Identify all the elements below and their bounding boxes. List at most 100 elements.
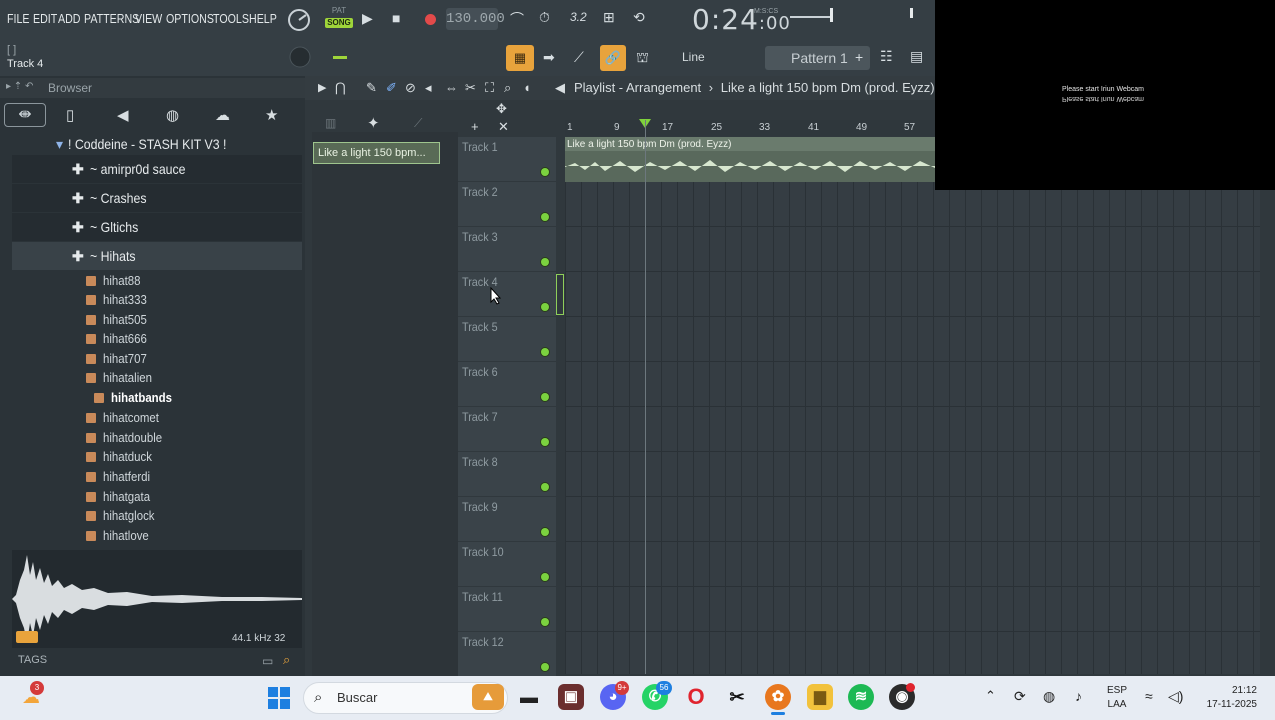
track-mute-led[interactable] bbox=[541, 528, 549, 536]
stop-icon[interactable]: ■ bbox=[392, 10, 400, 26]
playlist-grid[interactable] bbox=[565, 137, 1260, 674]
track-mute-led[interactable] bbox=[541, 573, 549, 581]
tray-webcam-icon[interactable]: ◍ bbox=[1043, 688, 1055, 705]
typing-keyboard-icon[interactable]: ⊞ bbox=[603, 9, 615, 26]
menu-view[interactable]: VIEW bbox=[135, 11, 162, 26]
link-icon[interactable]: 🔗 bbox=[600, 45, 626, 71]
master-volume-handle[interactable] bbox=[830, 8, 833, 22]
tree-folder-crashes[interactable]: ✚ ~ Crashes bbox=[12, 184, 302, 212]
track-mute-led[interactable] bbox=[541, 348, 549, 356]
tempo-display[interactable]: 130.000 bbox=[446, 8, 505, 30]
magnet-icon[interactable]: ⋂ bbox=[335, 80, 346, 96]
browser-web-tab-icon[interactable]: ◍ bbox=[166, 106, 179, 124]
volume-icon[interactable]: ◁) bbox=[1168, 688, 1183, 705]
task-view-icon[interactable]: ▬ bbox=[516, 684, 542, 710]
menu-help[interactable]: HELP bbox=[249, 11, 277, 26]
browser-all-tab[interactable]: ⇼ bbox=[4, 103, 46, 127]
metronome-icon[interactable]: ⌒ bbox=[510, 9, 524, 29]
picker-patterns-icon[interactable]: ▥ bbox=[325, 116, 336, 130]
track-header[interactable]: Track 2 bbox=[458, 182, 556, 227]
track-mute-led[interactable] bbox=[541, 438, 549, 446]
tree-folder-amirpr0d[interactable]: ✚ ~ amirpr0d sauce bbox=[12, 155, 302, 183]
loop-record-icon[interactable]: ⟲ bbox=[633, 9, 645, 26]
search-icon[interactable]: ⌕ bbox=[283, 652, 290, 668]
record-icon[interactable] bbox=[425, 14, 436, 25]
snap-value[interactable]: 3.2 bbox=[570, 10, 587, 24]
language-indicator[interactable]: ESP LAA bbox=[1107, 684, 1127, 712]
channel-rack-icon[interactable]: ▤ bbox=[910, 48, 923, 65]
arrow-right-icon[interactable]: ➡ bbox=[543, 49, 555, 66]
timeline-ruler[interactable]: 1 9 17 25 33 41 49 57 bbox=[565, 120, 935, 136]
pat-song-toggle[interactable]: PAT SONG bbox=[325, 6, 353, 34]
file-item[interactable]: hihatduck bbox=[86, 447, 159, 466]
track-header[interactable]: Track 9 bbox=[458, 497, 556, 542]
track-mute-led[interactable] bbox=[541, 618, 549, 626]
track-header[interactable]: Track 1 bbox=[458, 137, 556, 182]
file-item[interactable]: hihatdouble bbox=[86, 428, 170, 447]
master-knob-icon[interactable] bbox=[288, 45, 312, 69]
browser-files-tab-icon[interactable]: ▯ bbox=[66, 106, 74, 124]
menu-tools[interactable]: TOOLS bbox=[213, 11, 249, 26]
browser-favorites-tab-icon[interactable]: ★ bbox=[265, 106, 278, 124]
track-header[interactable]: Track 8 bbox=[458, 452, 556, 497]
tray-chevron-up-icon[interactable]: ⌃ bbox=[985, 688, 996, 704]
track-header[interactable]: Track 5 bbox=[458, 317, 556, 362]
track-mute-led[interactable] bbox=[541, 483, 549, 491]
menu-options[interactable]: OPTIONS bbox=[166, 11, 214, 26]
picker-audio-icon[interactable]: ✦ bbox=[367, 114, 380, 132]
track-mute-led[interactable] bbox=[541, 393, 549, 401]
track-mute-led[interactable] bbox=[541, 258, 549, 266]
wait-icon[interactable]: ⏱ bbox=[539, 9, 550, 26]
spotify-icon[interactable]: ≋ bbox=[848, 684, 874, 710]
menu-add[interactable]: ADD bbox=[58, 11, 81, 26]
tree-folder-root[interactable]: ▾! Coddeine - STASH KIT V3 ! bbox=[12, 130, 302, 158]
picker-audio-clip[interactable]: Like a light 150 bpm... bbox=[313, 142, 440, 164]
collapse-arrow-icon[interactable]: ◀ bbox=[555, 80, 565, 96]
brush-icon[interactable]: ⟋ bbox=[574, 49, 584, 66]
track-mute-led[interactable] bbox=[541, 303, 549, 311]
zoom-icon[interactable]: ⌕ bbox=[504, 80, 511, 96]
track-header[interactable]: Track 12 bbox=[458, 632, 556, 677]
track-mute-led[interactable] bbox=[541, 663, 549, 671]
browser-nav-icons[interactable]: ▸ ⇡ ↶ bbox=[6, 81, 33, 92]
add-pattern-button[interactable]: + bbox=[855, 49, 863, 65]
select-icon[interactable]: ⛶ bbox=[485, 80, 494, 96]
track-header[interactable]: Track 6 bbox=[458, 362, 556, 407]
pitch-slider[interactable] bbox=[333, 56, 347, 59]
mixer-icon[interactable]: ☷ bbox=[880, 48, 893, 65]
track-header[interactable]: Track 10 bbox=[458, 542, 556, 587]
file-item[interactable]: hihatgata bbox=[86, 487, 157, 506]
pencil-icon[interactable]: ✎ bbox=[366, 80, 377, 96]
search-highlight-icon[interactable]: ⛰ bbox=[472, 684, 504, 710]
master-volume-slider[interactable] bbox=[790, 16, 830, 18]
delete-icon[interactable]: ⊘ bbox=[405, 80, 416, 96]
tree-folder-gltichs[interactable]: ✚ ~ Gltichs bbox=[12, 213, 302, 241]
capcut-icon[interactable]: ✂ bbox=[724, 684, 750, 710]
file-item[interactable]: hihatglock bbox=[86, 506, 162, 525]
menu-edit[interactable]: EDIT bbox=[33, 11, 57, 26]
fl-studio-icon[interactable]: ✿ bbox=[765, 684, 791, 710]
tray-sync-icon[interactable]: ⟳ bbox=[1014, 688, 1026, 705]
file-item[interactable]: hihat88 bbox=[86, 271, 146, 290]
system-clock[interactable]: 21:12 17-11-2025 bbox=[1197, 684, 1257, 712]
file-item[interactable]: hihatlove bbox=[86, 526, 155, 545]
track-mute-led[interactable] bbox=[541, 213, 549, 221]
file-item[interactable]: hihat666 bbox=[86, 329, 153, 348]
file-item[interactable]: hihat505 bbox=[86, 310, 153, 329]
track-resize-icon[interactable]: ✥ bbox=[496, 101, 507, 117]
stamp-icon[interactable]: ⛫ bbox=[636, 49, 649, 68]
mute-icon[interactable]: ◂ bbox=[425, 80, 432, 96]
file-item[interactable]: hihatalien bbox=[86, 368, 159, 387]
wifi-icon[interactable]: ≈ bbox=[1145, 688, 1153, 704]
add-track-icon[interactable]: + bbox=[471, 119, 479, 134]
track-mute-led[interactable] bbox=[541, 168, 549, 176]
playlist-view-icon[interactable]: ▦ bbox=[506, 45, 534, 71]
folder-icon[interactable]: ▭ bbox=[262, 654, 273, 668]
track-header[interactable]: Track 7 bbox=[458, 407, 556, 452]
paint-icon[interactable]: ✐ bbox=[386, 80, 397, 96]
preview-play-icon[interactable] bbox=[16, 631, 38, 643]
menu-patterns[interactable]: PATTERNS bbox=[84, 11, 139, 26]
file-item[interactable]: hihat333 bbox=[86, 290, 153, 309]
browser-cloud-tab-icon[interactable]: ☁ bbox=[215, 106, 230, 124]
remove-track-icon[interactable]: ✕ bbox=[498, 119, 509, 135]
